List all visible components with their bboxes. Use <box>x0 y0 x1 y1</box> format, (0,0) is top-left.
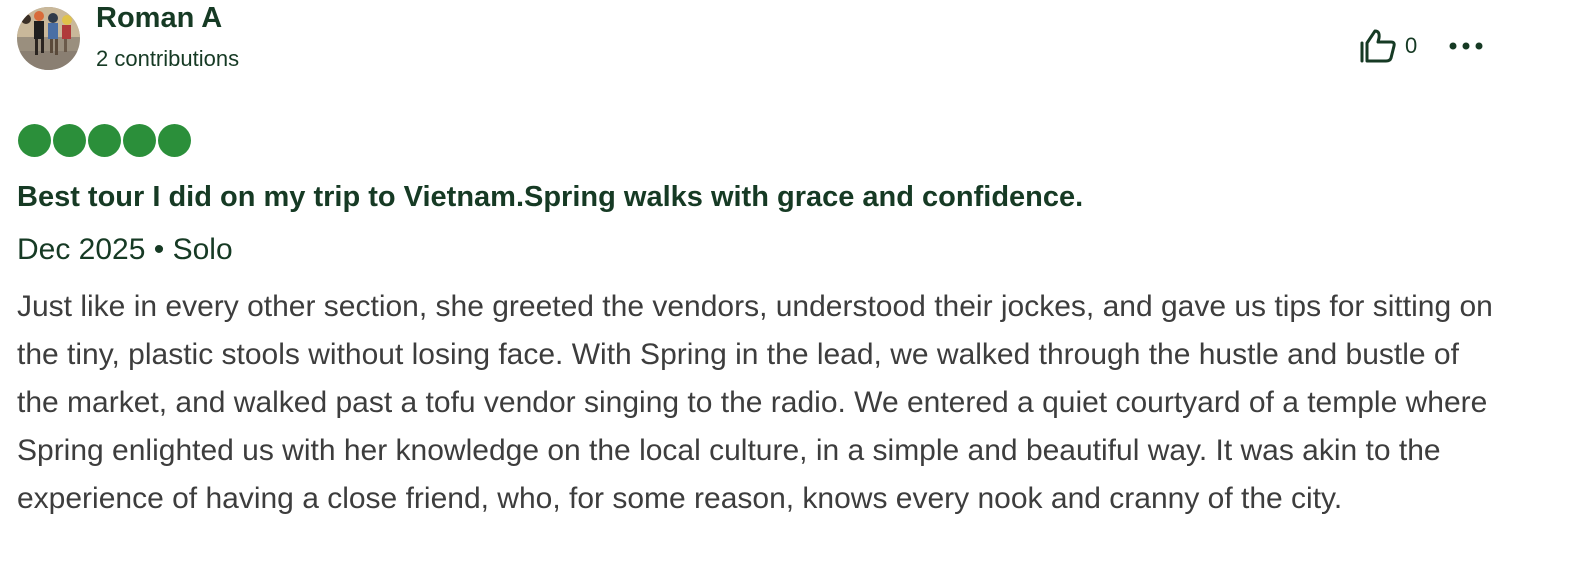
helpful-vote-button[interactable]: 0 <box>1359 26 1417 66</box>
more-options-button[interactable] <box>1446 28 1486 64</box>
review-title[interactable]: Best tour I did on my trip to Vietnam.Sp… <box>17 181 1083 214</box>
avatar[interactable] <box>17 7 80 70</box>
ellipsis-icon <box>1449 42 1483 50</box>
rating-bubble <box>88 124 121 157</box>
rating-bubbles <box>18 124 191 157</box>
rating-bubble <box>123 124 156 157</box>
review-body: Just like in every other section, she gr… <box>17 290 1493 515</box>
trip-date-type: Dec 2025 • Solo <box>17 233 233 266</box>
rating-bubble <box>158 124 191 157</box>
thumbs-up-icon <box>1360 29 1396 63</box>
author-name[interactable]: Roman A <box>96 2 222 35</box>
helpful-count: 0 <box>1405 33 1418 58</box>
rating-bubble <box>53 124 86 157</box>
rating-bubble <box>18 124 51 157</box>
runners-photo-avatar <box>17 7 80 70</box>
contributions-count: 2 contributions <box>96 46 240 71</box>
review-card: Roman A 2 contributions 0 Best tour I di… <box>0 0 1580 570</box>
